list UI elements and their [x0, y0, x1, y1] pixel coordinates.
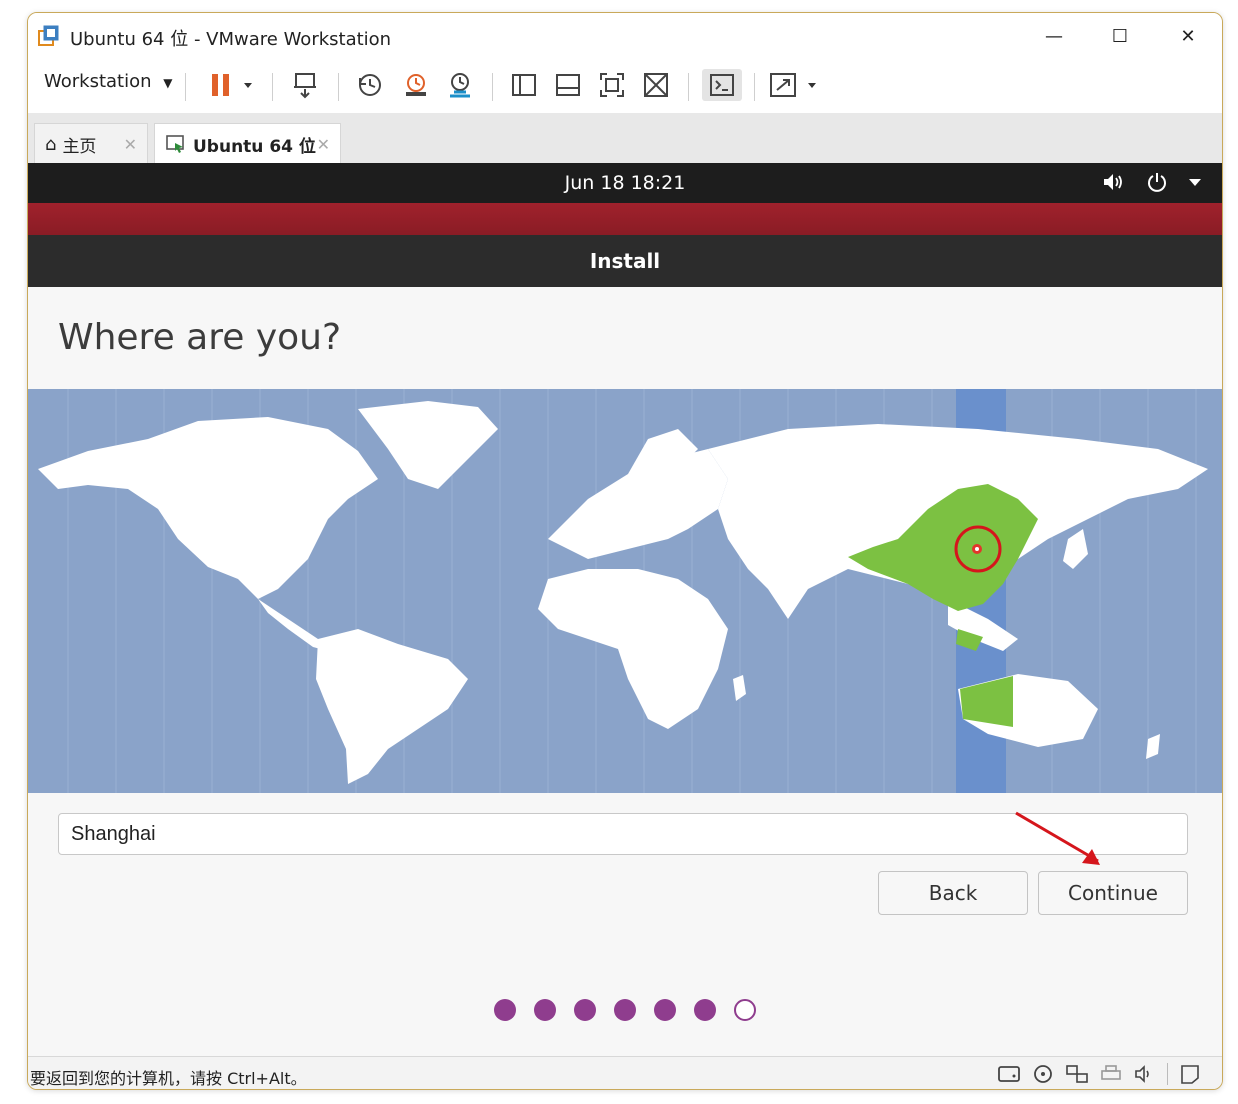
world-map [38, 389, 1208, 793]
device-icons [997, 1063, 1202, 1085]
volume-icon [1104, 174, 1122, 190]
dropdown-arrow-icon: ▼ [163, 76, 173, 90]
power-icon [1148, 173, 1166, 192]
tab-home-label: 主页 [62, 136, 97, 157]
snapshot-manager-button[interactable] [440, 69, 480, 101]
title-bar: Ubuntu 64 位 - VMware Workstation — ☐ ✕ [28, 13, 1222, 59]
cd-dvd-icon[interactable] [1031, 1063, 1055, 1085]
network-icon[interactable] [1065, 1063, 1089, 1085]
progress-dot [694, 999, 716, 1021]
printer-icon[interactable] [1099, 1063, 1123, 1085]
hard-disk-icon[interactable] [997, 1063, 1021, 1085]
thumbnail-view-icon [556, 74, 580, 96]
toolbar-divider [338, 73, 339, 101]
snapshot-revert-icon [406, 74, 426, 96]
toolbar-divider [185, 73, 186, 101]
send-keys-icon [294, 73, 316, 99]
toolbar-divider [754, 73, 755, 101]
close-tab-icon[interactable]: ✕ [317, 135, 330, 154]
close-button[interactable]: ✕ [1168, 21, 1208, 51]
show-thumbnails-button[interactable] [548, 69, 588, 101]
sound-card-icon[interactable] [1133, 1063, 1157, 1085]
annotation-arrow-icon [1015, 811, 1100, 865]
tab-ubuntu-label: Ubuntu 64 位 [193, 136, 316, 157]
chevron-down-icon [1189, 179, 1201, 186]
clock[interactable]: Jun 18 18:21 [28, 172, 1222, 194]
snapshot-manager-icon [450, 73, 470, 98]
full-screen-button[interactable] [592, 69, 632, 101]
vmware-app-icon [38, 25, 59, 46]
fullscreen-icon [600, 73, 624, 97]
system-menu[interactable] [1102, 171, 1202, 193]
progress-dot [614, 999, 636, 1021]
pause-button[interactable] [202, 69, 262, 101]
send-ctrl-alt-del-button[interactable] [286, 69, 326, 101]
snapshot-icon [359, 74, 381, 96]
workstation-menu[interactable]: Workstation ▼ [44, 71, 173, 92]
unity-icon [644, 73, 668, 97]
toolbar: Workstation ▼ [28, 59, 1222, 114]
console-view-button[interactable] [702, 69, 742, 101]
window-title: Ubuntu 64 位 - VMware Workstation [70, 29, 392, 50]
close-tab-icon[interactable]: ✕ [124, 135, 137, 154]
revert-snapshot-button[interactable] [396, 69, 436, 101]
vm-tab-icon [166, 135, 184, 153]
minimize-button[interactable]: — [1034, 21, 1074, 51]
progress-dot [494, 999, 516, 1021]
land-masses [38, 401, 1208, 784]
status-divider [1167, 1063, 1168, 1085]
pause-icon [212, 74, 252, 96]
back-button[interactable]: Back [878, 871, 1028, 915]
progress-dot [654, 999, 676, 1021]
tab-ubuntu[interactable]: Ubuntu 64 位 ✕ [154, 123, 341, 164]
toolbar-divider [688, 73, 689, 101]
status-bar: 要返回到您的计算机，请按 Ctrl+Alt。 [28, 1056, 1222, 1089]
progress-dots [28, 999, 1222, 1021]
progress-dot-current [734, 999, 756, 1021]
console-icon [710, 74, 734, 96]
continue-button[interactable]: Continue [1038, 871, 1188, 915]
tab-home[interactable]: ⌂ 主页 ✕ [34, 123, 148, 164]
timezone-map[interactable] [28, 389, 1222, 793]
progress-dot [574, 999, 596, 1021]
workstation-label: Workstation [44, 71, 152, 92]
sidebar-view-icon [512, 74, 536, 96]
home-icon: ⌂ [45, 133, 57, 155]
installer-header: Install [28, 235, 1222, 287]
maximize-button[interactable]: ☐ [1100, 21, 1140, 51]
tab-bar: ⌂ 主页 ✕ Ubuntu 64 位 ✕ [28, 113, 1222, 164]
status-hint: 要返回到您的计算机，请按 Ctrl+Alt。 [30, 1069, 307, 1088]
toolbar-divider [492, 73, 493, 101]
progress-dot [534, 999, 556, 1021]
unity-button[interactable] [636, 69, 676, 101]
take-snapshot-button[interactable] [350, 69, 390, 101]
stretch-icon [770, 73, 816, 97]
vmware-window: Ubuntu 64 位 - VMware Workstation — ☐ ✕ W… [27, 12, 1223, 1090]
vm-screen[interactable]: Jun 18 18:21 Install Where are you? Shan… [28, 163, 1222, 1056]
gnome-top-bar: Jun 18 18:21 [28, 163, 1222, 203]
stretch-guest-button[interactable] [766, 69, 826, 101]
page-title: Where are you? [58, 317, 342, 358]
desktop-background [28, 203, 1222, 235]
location-pin-icon [972, 544, 982, 554]
message-log-icon[interactable] [1178, 1063, 1202, 1085]
selected-region-australia [960, 676, 1013, 727]
toolbar-divider [272, 73, 273, 101]
show-library-button[interactable] [504, 69, 544, 101]
